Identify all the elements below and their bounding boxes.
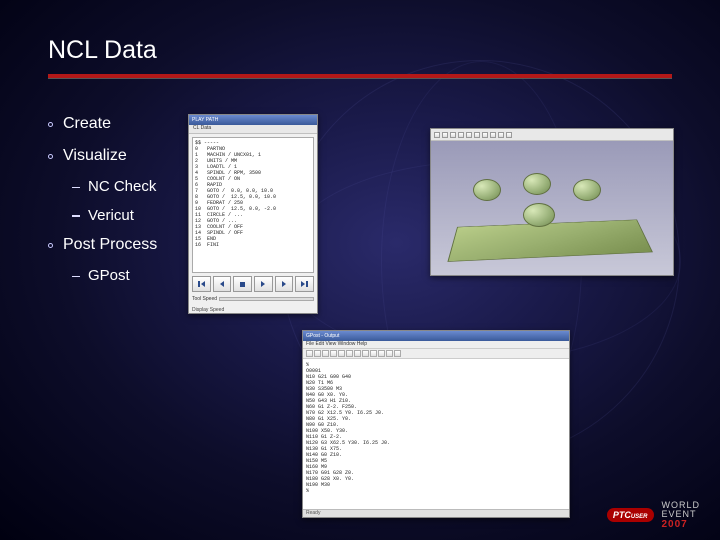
toolbar-icon[interactable] [442, 132, 448, 138]
window-titlebar: PLAY PATH [189, 115, 317, 125]
toolbar-icon[interactable] [354, 350, 361, 357]
gcode-listing: % O0001 N10 G21 G90 G40 N20 T1 M6 N30 S3… [303, 359, 569, 509]
prev-button[interactable] [213, 276, 232, 292]
slide-title: NCL Data [48, 36, 157, 65]
speed-slider-row: Tool Speed [192, 294, 314, 304]
toolbar-icon[interactable] [306, 350, 313, 357]
toolbar-icon[interactable] [450, 132, 456, 138]
toolbar-icon[interactable] [322, 350, 329, 357]
toolbar-icon[interactable] [330, 350, 337, 357]
speed-slider[interactable] [219, 297, 314, 301]
toolbar-icon[interactable] [386, 350, 393, 357]
dash-icon [72, 276, 80, 278]
toolbar-icon[interactable] [314, 350, 321, 357]
bullet-icon [48, 122, 53, 127]
stop-button[interactable] [233, 276, 252, 292]
render-viewport[interactable] [431, 141, 673, 275]
toolbar-icon[interactable] [394, 350, 401, 357]
bullet-visualize: Visualize [48, 144, 208, 168]
event-text: WORLD EVENT 2007 [662, 501, 701, 530]
playback-controls [192, 276, 314, 292]
toolbar-icon[interactable] [482, 132, 488, 138]
toolbar-icon[interactable] [346, 350, 353, 357]
screenshot-gpost: GPost - Output File Edit View Window Hel… [302, 330, 570, 518]
toolbar-icon[interactable] [466, 132, 472, 138]
menu-bar: File Edit View Window Help [303, 341, 569, 349]
toolbar-icon[interactable] [378, 350, 385, 357]
bullet-list: Create Visualize NC Check Vericut Post P… [48, 112, 208, 294]
status-bar: Ready [303, 509, 569, 517]
subbullet-label: Vericut [88, 205, 134, 228]
boss-feature [523, 173, 551, 195]
toolbar-icon[interactable] [434, 132, 440, 138]
gpost-toolbar [303, 349, 569, 359]
tab-row: CL Data [189, 125, 317, 134]
toolbar-icon[interactable] [498, 132, 504, 138]
ptc-badge: PTCUSER [607, 508, 654, 522]
subbullet-label: NC Check [88, 176, 156, 199]
render-toolbar [431, 129, 673, 141]
dash-icon [72, 187, 80, 189]
screenshot-nc-check [430, 128, 674, 276]
ff-button[interactable] [295, 276, 314, 292]
screenshot-play-path: PLAY PATH CL Data $$ ----- 0 PARTNO 1 MA… [188, 114, 318, 314]
toolbar-icon[interactable] [362, 350, 369, 357]
bullet-postprocess: Post Process [48, 233, 208, 257]
subbullet-label: GPost [88, 265, 130, 288]
machined-plate [447, 220, 653, 262]
bullet-label: Visualize [63, 144, 127, 168]
brand-sub: USER [631, 514, 648, 520]
event-logo: PTCUSER WORLD EVENT 2007 [607, 501, 700, 530]
play-footer: Display Speed [192, 307, 314, 313]
window-titlebar: GPost - Output [303, 331, 569, 341]
cl-code-listing: $$ ----- 0 PARTNO 1 MACHIN / UNCX01, 1 2… [192, 137, 314, 273]
slider-label: Tool Speed [192, 296, 217, 302]
title-underline [48, 74, 672, 78]
bullet-icon [48, 154, 53, 159]
toolbar-icon[interactable] [474, 132, 480, 138]
boss-feature [573, 179, 601, 201]
bullet-label: Create [63, 112, 111, 136]
boss-feature [523, 203, 555, 227]
brand: PTC [613, 510, 631, 520]
next-button[interactable] [275, 276, 294, 292]
boss-feature [473, 179, 501, 201]
play-button[interactable] [254, 276, 273, 292]
toolbar-icon[interactable] [490, 132, 496, 138]
bullet-icon [48, 243, 53, 248]
toolbar-icon[interactable] [458, 132, 464, 138]
toolbar-icon[interactable] [506, 132, 512, 138]
dash-icon [72, 215, 80, 217]
bullet-label: Post Process [63, 233, 157, 257]
bullet-create: Create [48, 112, 208, 136]
logo-year: 2007 [662, 520, 701, 531]
toolbar-icon[interactable] [338, 350, 345, 357]
toolbar-icon[interactable] [370, 350, 377, 357]
rewind-button[interactable] [192, 276, 211, 292]
